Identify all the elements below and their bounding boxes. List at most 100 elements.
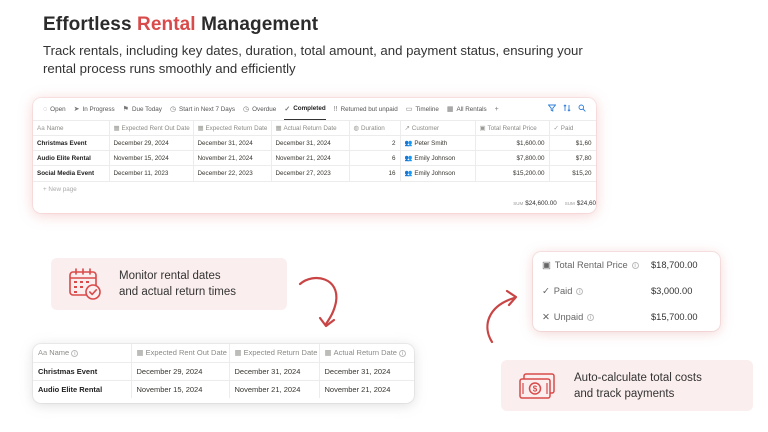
- cell-expected-return[interactable]: December 22, 2023: [193, 165, 272, 181]
- total-rental-price-row[interactable]: ▣ Total Rental Price i $18,700.00: [533, 252, 720, 278]
- cell-expected-return[interactable]: November 21, 2024: [193, 150, 272, 166]
- table-row[interactable]: Audio Elite Rental November 15, 2024 Nov…: [33, 379, 414, 398]
- column-header-price[interactable]: ▣ Total Rental Price: [475, 120, 550, 136]
- cell-customer[interactable]: 👥 Emily Johnson: [400, 165, 476, 181]
- tab-label: In Progress: [82, 105, 115, 113]
- totals-label: ✕ Unpaid i: [542, 312, 651, 323]
- add-view-button[interactable]: +: [495, 98, 499, 120]
- cell-name[interactable]: Christmas Event: [33, 361, 132, 380]
- table-row[interactable]: Social Media Event December 11, 2023 Dec…: [33, 165, 596, 181]
- cell-rent-out[interactable]: December 11, 2023: [109, 165, 194, 181]
- relation-icon: ↗: [404, 124, 410, 132]
- table-row[interactable]: Christmas Event December 29, 2024 Decemb…: [33, 135, 596, 151]
- tab-timeline[interactable]: ▭ Timeline: [406, 98, 439, 120]
- tab-returned-unpaid[interactable]: !! Returned but unpaid: [334, 98, 398, 120]
- cell-actual-return[interactable]: November 21, 2024: [319, 379, 414, 398]
- callout-line: and actual return times: [119, 286, 236, 298]
- info-icon[interactable]: i: [399, 350, 407, 358]
- cell-actual-return[interactable]: December 27, 2023: [271, 165, 350, 181]
- sum-value: $24,600.00: [525, 200, 557, 207]
- cell-price[interactable]: $15,200.00: [475, 165, 550, 181]
- column-header-actual-return[interactable]: ▦ Actual Return Date: [271, 120, 350, 136]
- cash-icon: $: [519, 372, 555, 399]
- callout-line: and track payments: [574, 387, 675, 400]
- column-header-actual-return[interactable]: ▦ Actual Return Date i: [319, 344, 414, 362]
- unpaid-row[interactable]: ✕ Unpaid i $15,700.00: [533, 304, 720, 330]
- cell-price[interactable]: $1,600.00: [475, 135, 550, 151]
- column-header-duration[interactable]: ◍ Duration: [349, 120, 401, 136]
- tab-open[interactable]: ◌ Open: [43, 98, 66, 120]
- tab-start-next-7-days[interactable]: ◷ Start in Next 7 Days: [170, 98, 235, 120]
- search-icon[interactable]: [578, 104, 586, 114]
- cell-expected-return[interactable]: November 21, 2024: [229, 379, 320, 398]
- table-icon: ▦: [446, 106, 454, 113]
- cell-duration[interactable]: 16: [349, 165, 401, 181]
- cell-name[interactable]: Audio Elite Rental: [33, 150, 110, 166]
- column-header-name[interactable]: Aa Name i: [33, 344, 132, 362]
- column-header-name[interactable]: Aa Name: [33, 120, 110, 136]
- cell-paid[interactable]: $7,80: [549, 150, 596, 166]
- info-icon[interactable]: i: [71, 350, 79, 358]
- tab-in-progress[interactable]: ➤ In Progress: [74, 98, 115, 120]
- cell-actual-return[interactable]: November 21, 2024: [271, 150, 350, 166]
- totals-label-text: Unpaid: [553, 312, 584, 322]
- tab-all-rentals[interactable]: ▦ All Rentals: [447, 98, 487, 120]
- tab-label: Open: [50, 105, 66, 113]
- check-icon: ✓: [553, 124, 559, 132]
- customer-name: Peter Smith: [414, 140, 448, 147]
- cell-actual-return[interactable]: December 31, 2024: [319, 361, 414, 380]
- column-label: Expected Return Date: [205, 124, 268, 132]
- customer-name: Emily Johnson: [414, 155, 456, 162]
- cell-name[interactable]: Christmas Event: [33, 135, 110, 151]
- column-label: Name: [46, 124, 64, 132]
- info-icon[interactable]: i: [576, 287, 584, 295]
- tab-due-today[interactable]: ⚑ Due Today: [123, 98, 162, 120]
- cell-price[interactable]: $7,800.00: [475, 150, 550, 166]
- cell-rent-out[interactable]: December 29, 2024: [131, 361, 230, 380]
- flag-icon: ⚑: [122, 106, 129, 113]
- tab-completed[interactable]: ✓ Completed: [284, 98, 326, 120]
- cell-expected-return[interactable]: December 31, 2024: [229, 361, 320, 380]
- sort-icon[interactable]: [563, 104, 571, 114]
- column-header-rent-out[interactable]: ▦ Expected Rent Out Date: [109, 120, 194, 136]
- cell-name[interactable]: Audio Elite Rental: [33, 379, 132, 398]
- cell-actual-return[interactable]: December 31, 2024: [271, 135, 350, 151]
- info-icon[interactable]: i: [587, 313, 595, 321]
- calendar-icon: ▦: [136, 348, 144, 358]
- cell-expected-return[interactable]: December 31, 2024: [193, 135, 272, 151]
- cell-duration[interactable]: 2: [349, 135, 401, 151]
- sum-price[interactable]: SUM $24,600.00: [513, 200, 557, 207]
- tab-label: Timeline: [415, 105, 439, 113]
- sum-paid[interactable]: SUM $24,60: [565, 200, 596, 207]
- info-icon[interactable]: i: [631, 261, 639, 269]
- cell-duration[interactable]: 6: [349, 150, 401, 166]
- people-icon: 👥: [404, 155, 413, 162]
- table-row[interactable]: Christmas Event December 29, 2024 Decemb…: [33, 361, 414, 380]
- cell-customer[interactable]: 👥 Emily Johnson: [400, 150, 476, 166]
- column-label: Name: [49, 348, 70, 358]
- new-page-button[interactable]: + New page: [33, 180, 596, 196]
- column-header-paid[interactable]: ✓ Paid: [549, 120, 596, 136]
- totals-label: ✓ Paid i: [542, 286, 651, 297]
- filter-icon[interactable]: [547, 104, 557, 114]
- cell-rent-out[interactable]: November 15, 2024: [109, 150, 194, 166]
- column-header-expected-return[interactable]: ▦Expected Return Date i: [229, 344, 320, 362]
- paid-row[interactable]: ✓ Paid i $3,000.00: [533, 278, 720, 304]
- cell-paid[interactable]: $15,20: [549, 165, 596, 181]
- cell-rent-out[interactable]: November 15, 2024: [131, 379, 230, 398]
- cell-rent-out[interactable]: December 29, 2024: [109, 135, 194, 151]
- headline-accent: Rental: [137, 14, 196, 35]
- tab-overdue[interactable]: ◷ Overdue: [243, 98, 276, 120]
- sum-value: $24,60: [576, 200, 596, 207]
- plus-icon: +: [494, 105, 499, 113]
- cell-customer[interactable]: 👥 Peter Smith: [400, 135, 476, 151]
- column-header-rent-out[interactable]: ▦Expected Rent Out Date i: [131, 344, 230, 362]
- table-row[interactable]: Audio Elite Rental November 15, 2024 Nov…: [33, 150, 596, 166]
- column-header-expected-return[interactable]: ▦ Expected Return Date: [193, 120, 272, 136]
- date-columns-card: AaName i ▦Expected Rent Out Date i ▦Expe…: [33, 344, 414, 403]
- x-icon: ✕: [542, 311, 550, 322]
- cell-paid[interactable]: $1,60: [549, 135, 596, 151]
- callout-rental-dates: Monitor rental dates and actual return t…: [51, 258, 287, 310]
- cell-name[interactable]: Social Media Event: [33, 165, 110, 181]
- column-header-customer[interactable]: ↗ Customer: [400, 120, 476, 136]
